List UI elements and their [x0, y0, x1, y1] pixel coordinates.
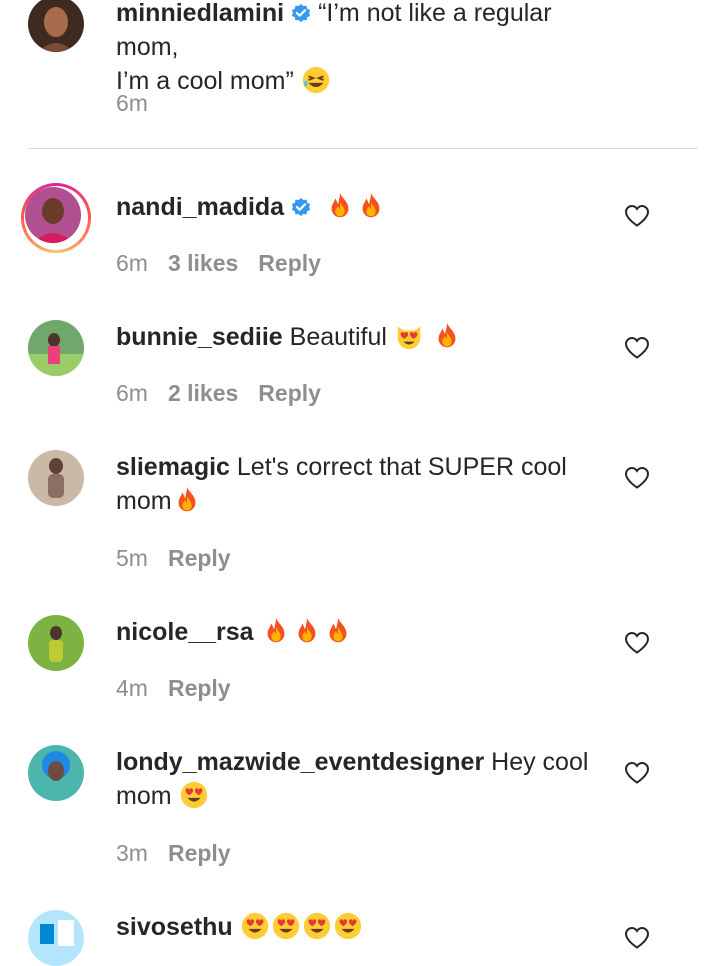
avatar[interactable]: [28, 320, 84, 376]
comment-text: bunnie_sediie Beautiful: [116, 320, 606, 354]
comment-time: 6m: [116, 90, 148, 116]
avatar[interactable]: [28, 910, 84, 966]
comment-text: nandi_madida: [116, 190, 606, 224]
comment-meta: 5m Reply: [116, 543, 231, 573]
username[interactable]: londy_mazwide_eventdesigner: [116, 748, 484, 776]
comment-body: Hey cool: [491, 748, 589, 776]
comment-meta: 3m Reply: [116, 838, 231, 868]
fire-emoji-icon: [323, 616, 353, 646]
divider: [28, 148, 698, 149]
fire-emoji-icon: [172, 485, 202, 515]
fire-emoji-icon: [432, 321, 462, 351]
comment-body: Beautiful: [289, 323, 387, 351]
like-heart-icon[interactable]: [624, 926, 650, 950]
fire-emoji-icon: [356, 191, 386, 221]
verified-badge-icon: [290, 2, 312, 24]
avatar: [25, 187, 81, 243]
comment-time: 5m: [116, 545, 148, 571]
like-heart-icon[interactable]: [624, 204, 650, 228]
like-heart-icon[interactable]: [624, 631, 650, 655]
caption-meta: 6m: [116, 88, 168, 118]
comment-time: 4m: [116, 675, 148, 701]
caption-text: minniedlamini “I’m not like a regular mom…: [116, 0, 606, 98]
comment-body-2: mom: [116, 782, 172, 810]
avatar[interactable]: [28, 450, 84, 506]
heart-eyes-emoji-icon: [179, 780, 209, 810]
comment-body: Let's correct that SUPER cool: [236, 453, 567, 481]
like-heart-icon[interactable]: [624, 761, 650, 785]
comment-text: sivosethu: [116, 910, 606, 944]
heart-eyes-emoji-icon: [333, 911, 363, 941]
heart-eyes-emoji-icon: [271, 911, 301, 941]
verified-badge-icon: [290, 196, 312, 218]
fire-emoji-icon: [261, 616, 291, 646]
heart-eyes-emoji-icon: [302, 911, 332, 941]
reply-button[interactable]: Reply: [258, 380, 321, 406]
like-heart-icon[interactable]: [624, 336, 650, 360]
reply-button[interactable]: Reply: [258, 250, 321, 276]
avatar[interactable]: [28, 745, 84, 801]
story-ring[interactable]: [21, 183, 91, 253]
rofl-emoji-icon: [301, 65, 331, 95]
comment-time: 3m: [116, 840, 148, 866]
likes-count[interactable]: 2 likes: [168, 380, 238, 406]
comment-meta: 4m Reply: [116, 673, 231, 703]
heart-eyes-cat-emoji-icon: [394, 321, 424, 351]
username[interactable]: nandi_madida: [116, 193, 284, 221]
fire-emoji-icon: [325, 191, 355, 221]
comment-time: 6m: [116, 250, 148, 276]
avatar[interactable]: [28, 0, 84, 52]
comment-text: nicole__rsa: [116, 615, 606, 649]
like-heart-icon[interactable]: [624, 466, 650, 490]
username[interactable]: bunnie_sediie: [116, 323, 283, 351]
username[interactable]: nicole__rsa: [116, 618, 254, 646]
username[interactable]: sliemagic: [116, 453, 230, 481]
avatar[interactable]: [28, 615, 84, 671]
reply-button[interactable]: Reply: [168, 545, 231, 571]
comment-body-2: mom: [116, 487, 172, 515]
likes-count[interactable]: 3 likes: [168, 250, 238, 276]
reply-button[interactable]: Reply: [168, 840, 231, 866]
comment-meta: 6m 3 likes Reply: [116, 248, 321, 278]
heart-eyes-emoji-icon: [240, 911, 270, 941]
comment-time: 6m: [116, 380, 148, 406]
comment-text: londy_mazwide_eventdesigner Hey cool mom: [116, 745, 606, 813]
username[interactable]: sivosethu: [116, 913, 233, 941]
reply-button[interactable]: Reply: [168, 675, 231, 701]
fire-emoji-icon: [292, 616, 322, 646]
comment-meta: 6m 2 likes Reply: [116, 378, 321, 408]
comment-text: sliemagic Let's correct that SUPER cool …: [116, 450, 606, 518]
username[interactable]: minniedlamini: [116, 0, 284, 27]
